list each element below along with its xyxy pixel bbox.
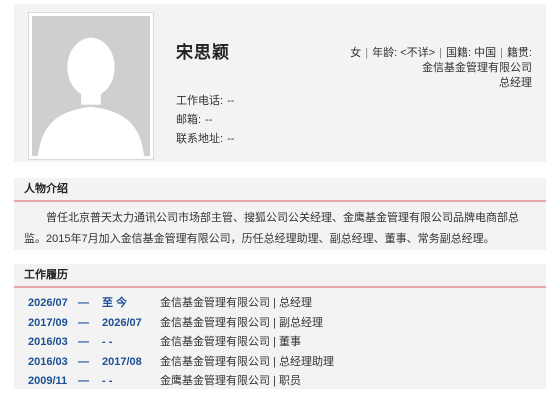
age-label: 年龄:: [372, 47, 398, 59]
career-end: 2026/07: [102, 316, 142, 329]
career-section: 工作履历 2026/07 — 至 今 金信基金管理有限公司 | 总经理 2017…: [14, 264, 546, 389]
bio-title: 人物介绍: [24, 183, 68, 195]
email-row: 邮箱: --: [176, 111, 234, 130]
career-desc: 金信基金管理有限公司 | 总经理: [160, 297, 312, 309]
nationality-value: 中国: [474, 47, 497, 59]
career-start: 2016/03: [28, 355, 68, 368]
career-dash: —: [78, 297, 89, 309]
contact-info: 工作电话: -- 邮箱: -- 联系地址: --: [176, 92, 234, 149]
phone-row: 工作电话: --: [176, 92, 234, 111]
address-label: 联系地址:: [176, 133, 224, 145]
address-value: --: [227, 133, 235, 145]
phone-value: --: [227, 95, 235, 107]
career-dash: —: [78, 375, 89, 387]
career-title: 工作履历: [24, 269, 68, 281]
career-end: - -: [102, 375, 113, 387]
career-start: 2016/03: [28, 336, 68, 348]
career-list: 2026/07 — 至 今 金信基金管理有限公司 | 总经理 2017/09 —…: [14, 288, 546, 392]
position-title: 总经理: [499, 77, 532, 89]
email-label: 邮箱:: [176, 114, 202, 126]
career-desc: 金信基金管理有限公司 | 副总经理: [160, 316, 323, 329]
career-desc: 金信基金管理有限公司 | 董事: [160, 336, 301, 348]
bio-text: 曾任北京普天太力通讯公司市场部主管、搜狐公司公关经理、金鹰基金管理有限公司品牌电…: [24, 212, 519, 245]
career-dash: —: [78, 316, 89, 329]
career-row: 2016/03 — - - 金信基金管理有限公司 | 董事: [14, 333, 546, 353]
gender: 女: [350, 47, 362, 59]
career-end: 2017/08: [102, 355, 142, 368]
career-row: 2017/09 — 2026/07 金信基金管理有限公司 | 副总经理: [14, 314, 546, 334]
career-end: 至 今: [102, 297, 128, 309]
email-value: --: [205, 114, 213, 126]
career-row: 2016/03 — 2017/08 金信基金管理有限公司 | 总经理助理: [14, 353, 546, 373]
profile-card: 宋思颖 女 | 年龄: <不详> | 国籍: 中国 | 籍贯: 金信基金管理有限公司 总经理…: [14, 4, 546, 162]
age-value: <不详>: [400, 47, 436, 59]
phone-label: 工作电话:: [176, 95, 224, 107]
career-row: 2009/11 — - - 金鹰基金管理有限公司 | 职员: [14, 372, 546, 392]
person-meta: 女 | 年龄: <不详> | 国籍: 中国 | 籍贯: 金信基金管理有限公司 总经理: [302, 46, 532, 91]
career-row: 2026/07 — 至 今 金信基金管理有限公司 | 总经理: [14, 294, 546, 314]
career-start: 2017/09: [28, 316, 68, 329]
avatar: [28, 12, 154, 160]
career-dash: —: [78, 336, 89, 348]
career-start: 2026/07: [28, 297, 68, 309]
career-end: - -: [102, 336, 113, 348]
address-row: 联系地址: --: [176, 130, 234, 149]
company-name: 金信基金管理有限公司: [422, 62, 532, 74]
nationality-label: 国籍:: [445, 47, 472, 59]
career-desc: 金信基金管理有限公司 | 总经理助理: [160, 355, 334, 368]
career-dash: —: [78, 355, 89, 368]
person-name: 宋思颖: [176, 43, 230, 62]
native-place-label: 籍贯:: [506, 47, 532, 59]
bio-section: 人物介绍 曾任北京普天太力通讯公司市场部主管、搜狐公司公关经理、金鹰基金管理有限…: [14, 178, 546, 250]
career-desc: 金鹰基金管理有限公司 | 职员: [160, 375, 301, 387]
meta-line-1: 女 | 年龄: <不详> | 国籍: 中国 | 籍贯:: [350, 47, 532, 59]
avatar-placeholder-icon: [32, 16, 150, 156]
career-start: 2009/11: [28, 375, 68, 387]
